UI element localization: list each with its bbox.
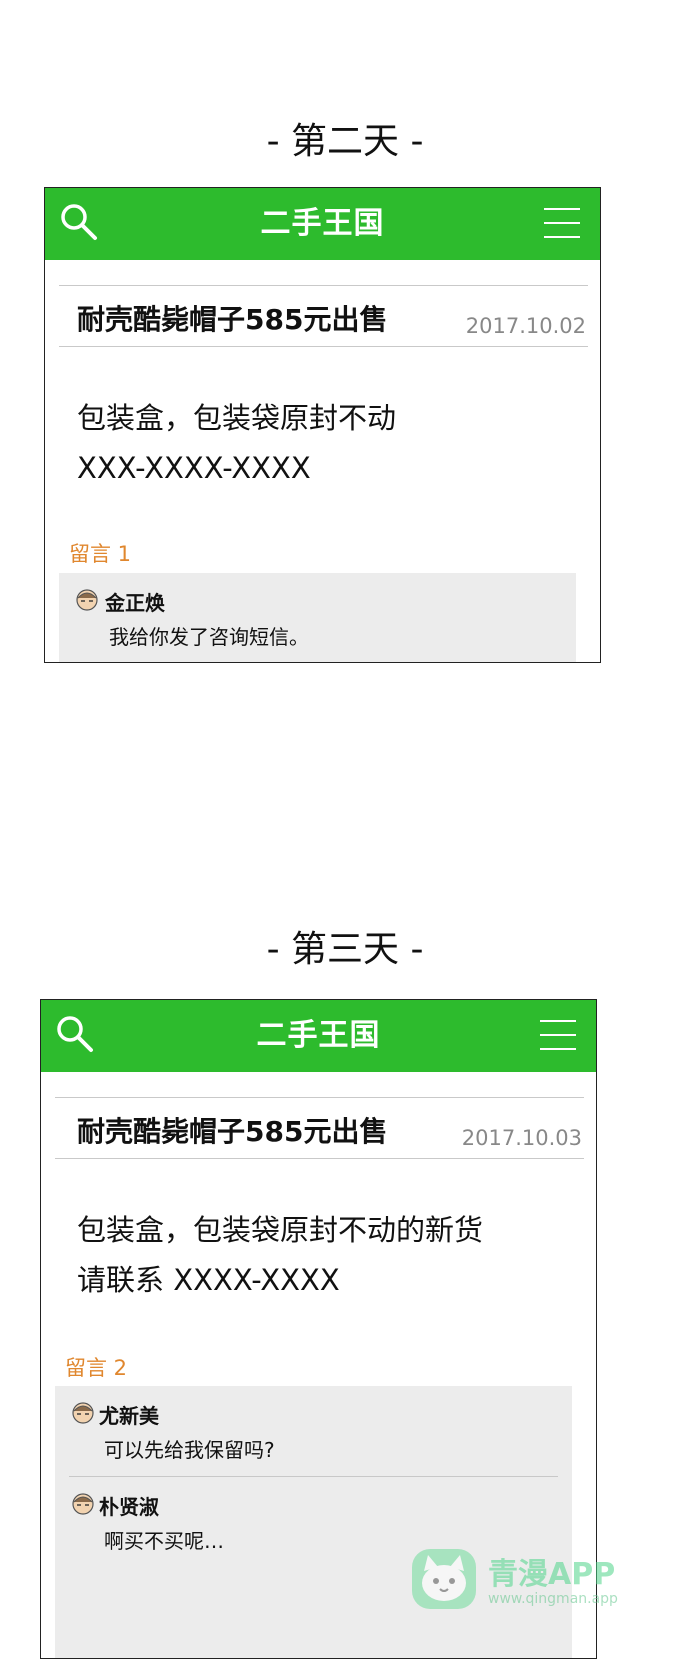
app-header: 二手王国 xyxy=(41,1000,596,1072)
post-body-line-2: XXX-XXXX-XXXX xyxy=(77,451,311,485)
post-title[interactable]: 耐壳酷毙帽子585元出售 xyxy=(77,1110,387,1150)
comment-text: 可以先给我保留吗? xyxy=(104,1438,275,1462)
comment-text: 我给你发了咨询短信。 xyxy=(109,625,309,649)
day-2-post-panel: 二手王国 耐壳酷毙帽子585元出售 2017.10.02 包装盒，包装袋原封不动… xyxy=(44,187,601,663)
avatar-icon xyxy=(72,1402,94,1424)
comment-item: 金正焕 我给你发了咨询短信。 xyxy=(59,573,576,662)
watermark-brand: 青漫APP xyxy=(488,1557,616,1592)
comment-author: 尤新美 xyxy=(99,1404,159,1428)
comments-count-label: 留言 1 xyxy=(69,542,132,566)
post-title[interactable]: 耐壳酷毙帽子585元出售 xyxy=(77,298,387,338)
post-header: 耐壳酷毙帽子585元出售 2017.10.02 xyxy=(59,285,588,347)
post-body-line-2: 请联系 XXXX-XXXX xyxy=(77,1263,340,1297)
post-header: 耐壳酷毙帽子585元出售 2017.10.03 xyxy=(55,1097,584,1159)
post-body: 包装盒，包装袋原封不动的新货 请联系 XXXX-XXXX xyxy=(77,1205,483,1305)
post-date: 2017.10.03 xyxy=(461,1126,582,1150)
app-title: 二手王国 xyxy=(256,1018,381,1053)
cat-logo-icon xyxy=(412,1549,476,1609)
comment-text: 啊买不买呢… xyxy=(104,1529,224,1553)
comment-author: 金正焕 xyxy=(105,591,165,615)
comments-list: 金正焕 我给你发了咨询短信。 xyxy=(59,573,576,662)
app-title: 二手王国 xyxy=(260,206,385,241)
post-body: 包装盒，包装袋原封不动 XXX-XXXX-XXXX xyxy=(77,393,396,493)
post-date: 2017.10.02 xyxy=(465,314,586,338)
day-3-title: - 第三天 - xyxy=(266,929,424,970)
hamburger-menu-icon[interactable] xyxy=(544,206,580,240)
watermark: 青漫APP www.qingman.app xyxy=(410,1545,680,1625)
comments-count-label: 留言 2 xyxy=(65,1356,128,1380)
day-2-title: - 第二天 - xyxy=(266,121,424,162)
comment-author: 朴贤淑 xyxy=(99,1495,159,1519)
hamburger-menu-icon[interactable] xyxy=(540,1018,576,1052)
comment-item: 尤新美 可以先给我保留吗? xyxy=(69,1386,558,1476)
app-header: 二手王国 xyxy=(45,188,600,260)
post-body-line-1: 包装盒，包装袋原封不动的新货 xyxy=(77,1213,484,1247)
watermark-url: www.qingman.app xyxy=(488,1591,618,1607)
avatar-icon xyxy=(72,1493,94,1515)
avatar-icon xyxy=(76,589,98,611)
post-body-line-1: 包装盒，包装袋原封不动 xyxy=(77,401,397,435)
